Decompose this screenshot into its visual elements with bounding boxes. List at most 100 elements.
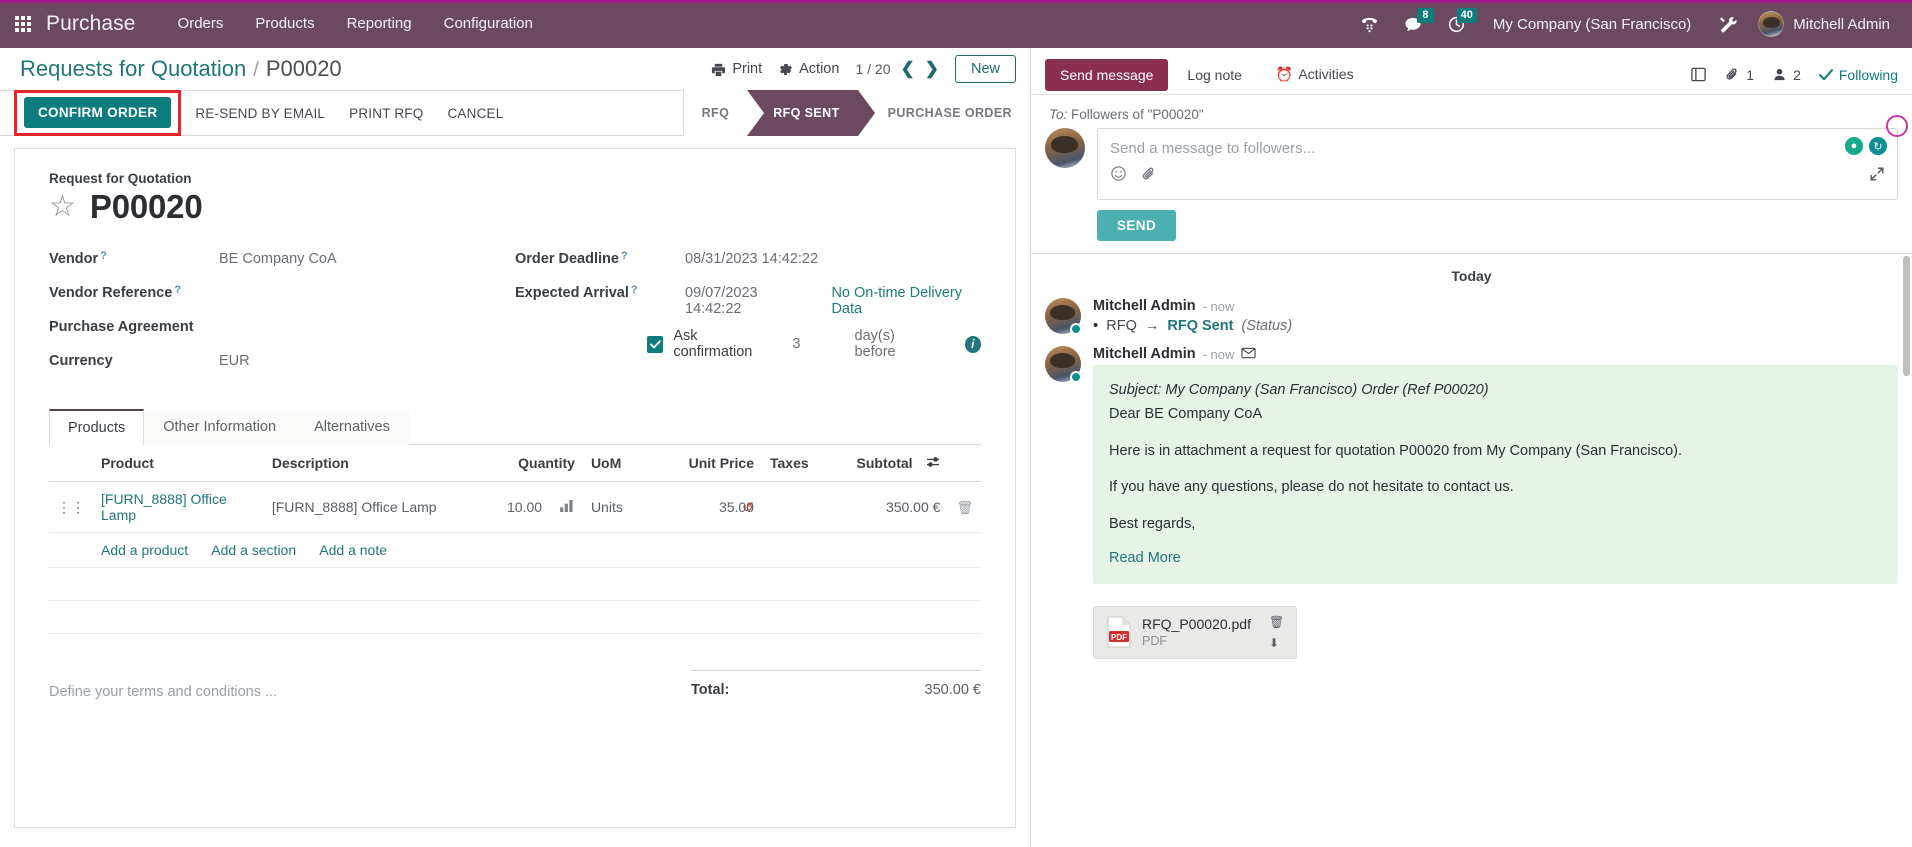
confirm-order-button[interactable]: CONFIRM ORDER	[24, 97, 172, 128]
attachments-panel-icon[interactable]	[1690, 66, 1707, 83]
trash-icon[interactable]: 🗑	[956, 500, 973, 515]
tab-products[interactable]: Products	[49, 409, 145, 445]
chevron-right-icon[interactable]: ❯	[925, 59, 939, 79]
col-product[interactable]: Product	[93, 445, 264, 482]
field-vendor-reference-value[interactable]	[219, 285, 359, 303]
cell-delete[interactable]: 🗑	[948, 481, 981, 533]
add-a-section-link[interactable]: Add a section	[211, 542, 296, 558]
terms-and-conditions-input[interactable]: Define your terms and conditions ...	[49, 670, 691, 700]
menu-configuration[interactable]: Configuration	[428, 0, 549, 48]
cancel-button[interactable]: CANCEL	[435, 98, 515, 129]
chatter-pane: Send message Log note ⏰ Activities 1 2 F…	[1031, 48, 1912, 847]
add-a-note-link[interactable]: Add a note	[319, 542, 387, 558]
menu-reporting[interactable]: Reporting	[331, 0, 428, 48]
table-row[interactable]: ⋮⋮ [FURN_8888] Office Lamp [FURN_8888] O…	[49, 481, 981, 533]
refresh-icon[interactable]: ↻	[1869, 137, 1887, 155]
cell-uom[interactable]: Units	[582, 481, 661, 533]
send-message-tab[interactable]: Send message	[1045, 58, 1169, 91]
new-button[interactable]: New	[954, 55, 1016, 83]
ask-confirmation-checkbox[interactable]	[647, 335, 664, 353]
form-subtitle: Request for Quotation	[49, 171, 192, 186]
location-pin-icon[interactable]: ●	[1845, 137, 1863, 155]
cell-quantity[interactable]: 10.00	[483, 481, 583, 533]
expand-icon[interactable]	[1869, 166, 1885, 186]
col-uom[interactable]: UoM	[582, 445, 661, 482]
breadcrumb: Requests for Quotation / P00020	[20, 56, 342, 82]
cell-taxes[interactable]: ↺	[742, 481, 849, 533]
trash-icon[interactable]: 🗑	[1269, 615, 1284, 629]
pager-value: 1 / 20	[855, 61, 891, 77]
field-order-deadline-value[interactable]: 08/31/2023 14:42:22	[685, 251, 818, 267]
tab-alternatives[interactable]: Alternatives	[295, 409, 409, 445]
emoji-icon[interactable]	[1110, 165, 1127, 186]
status-rfq[interactable]: RFQ	[683, 90, 748, 136]
status-rfq-sent[interactable]: RFQ SENT	[747, 90, 876, 136]
send-button[interactable]: SEND	[1097, 210, 1177, 241]
user-menu[interactable]: Mitchell Admin	[1752, 11, 1902, 37]
cell-product-link[interactable]: [FURN_8888] Office Lamp	[101, 491, 227, 523]
star-outline-icon[interactable]: ☆	[49, 192, 76, 222]
attachment-card[interactable]: PDF RFQ_P00020.pdf PDF 🗑 ⬇	[1093, 605, 1298, 659]
online-indicator	[1070, 371, 1082, 383]
column-settings-icon[interactable]	[926, 455, 940, 471]
messages-icon[interactable]: 8	[1392, 0, 1434, 48]
order-lines-table: Product Description Quantity UoM Unit Pr…	[49, 445, 981, 634]
message-input[interactable]: Send a message to followers...	[1098, 129, 1897, 161]
drag-handle-icon[interactable]: ⋮⋮	[49, 481, 93, 533]
download-icon[interactable]: ⬇	[1269, 636, 1284, 650]
breadcrumb-root[interactable]: Requests for Quotation	[20, 56, 246, 82]
help-icon[interactable]: ?	[621, 250, 628, 262]
phone-keypad-icon[interactable]	[1349, 0, 1390, 48]
thread-scrollbar[interactable]	[1903, 256, 1910, 376]
info-circle-icon[interactable]: i	[964, 335, 981, 353]
field-expected-arrival-label: Expected Arrival ?	[515, 284, 685, 301]
add-a-product-link[interactable]: Add a product	[101, 542, 188, 558]
read-more-link[interactable]: Read More	[1109, 550, 1181, 566]
following-toggle[interactable]: Following	[1818, 67, 1898, 83]
tab-other-information[interactable]: Other Information	[144, 409, 296, 445]
resend-by-email-button[interactable]: RE-SEND BY EMAIL	[183, 98, 337, 129]
cell-product[interactable]: [FURN_8888] Office Lamp	[93, 481, 264, 533]
field-vendor-value[interactable]: BE Company CoA	[219, 251, 337, 267]
col-description[interactable]: Description	[263, 445, 484, 482]
print-button[interactable]: Print	[711, 61, 762, 77]
activities-clock-icon[interactable]: 40	[1436, 0, 1477, 48]
pager: 1 / 20 ❮ ❯	[855, 59, 939, 79]
col-subtotal[interactable]: Subtotal	[848, 445, 949, 482]
action-button[interactable]: Action	[778, 61, 839, 77]
cell-description[interactable]: [FURN_8888] Office Lamp	[263, 481, 484, 533]
field-expected-arrival-value[interactable]: 09/07/2023 14:42:22	[685, 285, 805, 317]
attachment-count[interactable]: 1	[1725, 67, 1754, 83]
apps-grid-icon[interactable]	[0, 16, 46, 32]
print-rfq-button[interactable]: PRINT RFQ	[337, 98, 435, 129]
ask-confirmation-days[interactable]: 3	[792, 336, 800, 352]
field-currency: Currency EUR	[49, 348, 515, 382]
app-brand-purchase[interactable]: Purchase	[46, 12, 136, 36]
help-icon[interactable]: ?	[100, 250, 107, 262]
help-icon[interactable]: ?	[174, 284, 181, 296]
chevron-left-icon[interactable]: ❮	[900, 59, 914, 79]
log-note-tab[interactable]: Log note	[1172, 59, 1257, 91]
company-selector[interactable]: My Company (San Francisco)	[1479, 16, 1705, 33]
composer-box[interactable]: Send a message to followers... ● ↻	[1097, 128, 1898, 200]
online-indicator	[1070, 323, 1082, 335]
field-currency-value[interactable]: EUR	[219, 353, 250, 369]
col-taxes[interactable]: Taxes	[761, 445, 849, 482]
followers-count[interactable]: 2	[1772, 67, 1801, 83]
composer-row: Send a message to followers... ● ↻	[1045, 128, 1898, 200]
col-unit-price[interactable]: Unit Price	[660, 445, 762, 482]
field-purchase-agreement-value[interactable]	[219, 319, 359, 337]
paperclip-icon[interactable]	[1141, 166, 1157, 186]
reset-history-icon[interactable]: ↺	[742, 499, 754, 515]
tools-wrench-icon[interactable]	[1707, 0, 1750, 48]
help-icon[interactable]: ?	[631, 284, 638, 296]
activities-tab-label: Activities	[1298, 66, 1354, 82]
status-purchase-order[interactable]: PURCHASE ORDER	[857, 90, 1030, 136]
activities-tab[interactable]: ⏰ Activities	[1261, 58, 1369, 91]
table-header: Product Description Quantity UoM Unit Pr…	[49, 445, 981, 482]
forecast-chart-icon[interactable]	[560, 499, 575, 515]
col-quantity[interactable]: Quantity	[483, 445, 583, 482]
menu-orders[interactable]: Orders	[162, 0, 240, 48]
field-currency-label: Currency	[49, 353, 219, 369]
menu-products[interactable]: Products	[239, 0, 330, 48]
